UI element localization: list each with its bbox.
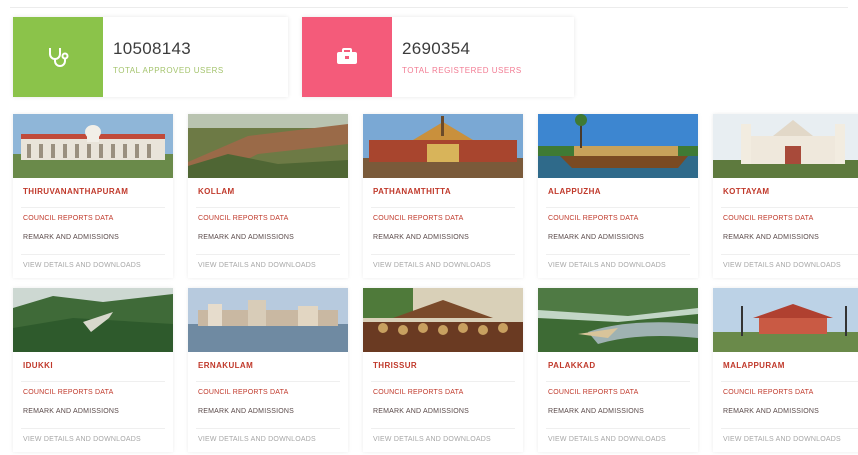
remark-admissions-text: REMARK AND ADMISSIONS: [548, 408, 644, 415]
district-name[interactable]: MALAPPURAM: [723, 361, 785, 370]
district-photo: [13, 114, 173, 178]
divider: [21, 381, 165, 382]
district-card-thiruvananthapuram[interactable]: THIRUVANANTHAPURAM COUNCIL REPORTS DATA …: [13, 114, 173, 278]
divider: [196, 207, 340, 208]
district-card-kollam[interactable]: KOLLAM COUNCIL REPORTS DATA REMARK AND A…: [188, 114, 348, 278]
divider: [721, 428, 858, 429]
divider: [721, 207, 858, 208]
divider: [21, 428, 165, 429]
council-reports-link[interactable]: COUNCIL REPORTS DATA: [373, 215, 463, 222]
view-details-link[interactable]: VIEW DETAILS AND DOWNLOADS: [723, 262, 841, 269]
district-photo: [188, 114, 348, 178]
district-photo: [713, 288, 858, 352]
district-name[interactable]: ALAPPUZHA: [548, 187, 601, 196]
view-details-link[interactable]: VIEW DETAILS AND DOWNLOADS: [723, 436, 841, 443]
council-reports-link[interactable]: COUNCIL REPORTS DATA: [723, 389, 813, 396]
divider: [196, 254, 340, 255]
top-divider: [10, 7, 848, 8]
district-card-palakkad[interactable]: PALAKKAD COUNCIL REPORTS DATA REMARK AND…: [538, 288, 698, 452]
divider: [371, 428, 515, 429]
divider: [21, 254, 165, 255]
registered-users-tile: [302, 17, 392, 97]
view-details-link[interactable]: VIEW DETAILS AND DOWNLOADS: [198, 262, 316, 269]
district-card-malappuram[interactable]: MALAPPURAM COUNCIL REPORTS DATA REMARK A…: [713, 288, 858, 452]
divider: [546, 428, 690, 429]
remark-admissions-text: REMARK AND ADMISSIONS: [23, 408, 119, 415]
approved-users-label: TOTAL APPROVED USERS: [113, 66, 224, 75]
view-details-link[interactable]: VIEW DETAILS AND DOWNLOADS: [548, 262, 666, 269]
council-reports-link[interactable]: COUNCIL REPORTS DATA: [198, 215, 288, 222]
remark-admissions-text: REMARK AND ADMISSIONS: [373, 234, 469, 241]
divider: [721, 381, 858, 382]
remark-admissions-text: REMARK AND ADMISSIONS: [548, 234, 644, 241]
remark-admissions-text: REMARK AND ADMISSIONS: [198, 234, 294, 241]
district-photo: [713, 114, 858, 178]
divider: [546, 381, 690, 382]
remark-admissions-text: REMARK AND ADMISSIONS: [373, 408, 469, 415]
view-details-link[interactable]: VIEW DETAILS AND DOWNLOADS: [23, 436, 141, 443]
approved-users-count: 10508143: [113, 39, 192, 58]
district-name[interactable]: KOTTAYAM: [723, 187, 769, 196]
divider: [546, 254, 690, 255]
remark-admissions-text: REMARK AND ADMISSIONS: [23, 234, 119, 241]
approved-users-tile: [13, 17, 103, 97]
district-card-ernakulam[interactable]: ERNAKULAM COUNCIL REPORTS DATA REMARK AN…: [188, 288, 348, 452]
district-name[interactable]: KOLLAM: [198, 187, 235, 196]
district-name[interactable]: THRISSUR: [373, 361, 417, 370]
district-photo: [363, 288, 523, 352]
divider: [371, 381, 515, 382]
remark-admissions-text: REMARK AND ADMISSIONS: [723, 234, 819, 241]
view-details-link[interactable]: VIEW DETAILS AND DOWNLOADS: [23, 262, 141, 269]
divider: [196, 381, 340, 382]
briefcase-icon: [337, 48, 357, 64]
district-photo: [538, 114, 698, 178]
divider: [546, 207, 690, 208]
district-photo: [363, 114, 523, 178]
district-name[interactable]: IDUKKI: [23, 361, 53, 370]
view-details-link[interactable]: VIEW DETAILS AND DOWNLOADS: [373, 262, 491, 269]
divider: [721, 254, 858, 255]
council-reports-link[interactable]: COUNCIL REPORTS DATA: [23, 215, 113, 222]
district-name[interactable]: ERNAKULAM: [198, 361, 253, 370]
district-name[interactable]: PALAKKAD: [548, 361, 596, 370]
registered-users-label: TOTAL REGISTERED USERS: [402, 66, 522, 75]
district-name[interactable]: THIRUVANANTHAPURAM: [23, 187, 128, 196]
district-photo: [188, 288, 348, 352]
view-details-link[interactable]: VIEW DETAILS AND DOWNLOADS: [198, 436, 316, 443]
registered-users-stat: 2690354 TOTAL REGISTERED USERS: [302, 17, 574, 97]
district-card-idukki[interactable]: IDUKKI COUNCIL REPORTS DATA REMARK AND A…: [13, 288, 173, 452]
stethoscope-icon: [49, 48, 69, 67]
divider: [371, 207, 515, 208]
view-details-link[interactable]: VIEW DETAILS AND DOWNLOADS: [373, 436, 491, 443]
divider: [196, 428, 340, 429]
council-reports-link[interactable]: COUNCIL REPORTS DATA: [23, 389, 113, 396]
divider: [371, 254, 515, 255]
district-photo: [13, 288, 173, 352]
remark-admissions-text: REMARK AND ADMISSIONS: [723, 408, 819, 415]
district-card-pathanamthitta[interactable]: PATHANAMTHITTA COUNCIL REPORTS DATA REMA…: [363, 114, 523, 278]
district-card-kottayam[interactable]: KOTTAYAM COUNCIL REPORTS DATA REMARK AND…: [713, 114, 858, 278]
remark-admissions-text: REMARK AND ADMISSIONS: [198, 408, 294, 415]
approved-users-stat: 10508143 TOTAL APPROVED USERS: [13, 17, 288, 97]
council-reports-link[interactable]: COUNCIL REPORTS DATA: [548, 215, 638, 222]
registered-users-count: 2690354: [402, 39, 471, 58]
council-reports-link[interactable]: COUNCIL REPORTS DATA: [723, 215, 813, 222]
district-photo: [538, 288, 698, 352]
view-details-link[interactable]: VIEW DETAILS AND DOWNLOADS: [548, 436, 666, 443]
divider: [21, 207, 165, 208]
council-reports-link[interactable]: COUNCIL REPORTS DATA: [198, 389, 288, 396]
district-card-thrissur[interactable]: THRISSUR COUNCIL REPORTS DATA REMARK AND…: [363, 288, 523, 452]
district-card-alappuzha[interactable]: ALAPPUZHA COUNCIL REPORTS DATA REMARK AN…: [538, 114, 698, 278]
district-name[interactable]: PATHANAMTHITTA: [373, 187, 451, 196]
council-reports-link[interactable]: COUNCIL REPORTS DATA: [548, 389, 638, 396]
council-reports-link[interactable]: COUNCIL REPORTS DATA: [373, 389, 463, 396]
